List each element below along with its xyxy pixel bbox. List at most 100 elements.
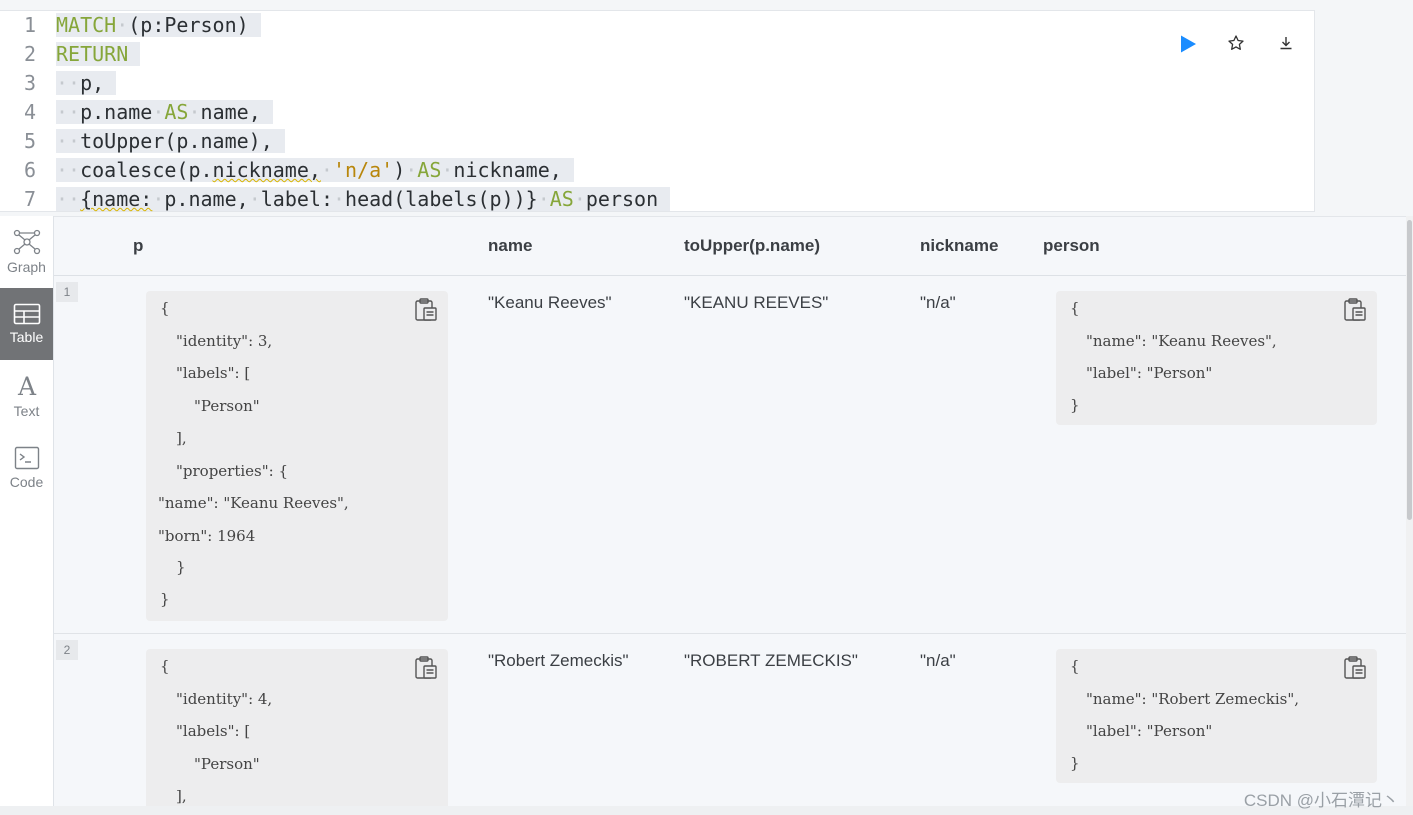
code-token: ·	[332, 187, 346, 211]
sidebar-label: Text	[13, 403, 40, 419]
watermark: CSDN @小石潭记丶	[1243, 791, 1399, 810]
code-token: nickname,	[453, 158, 562, 182]
code-token: AS	[417, 158, 442, 182]
code-line[interactable]: ··p.name·AS·name,	[56, 98, 273, 127]
column-header-name[interactable]: name	[488, 236, 532, 256]
download-button[interactable]	[1272, 31, 1300, 59]
json-line: "Person"	[194, 397, 260, 415]
line-number: 3	[23, 71, 36, 95]
code-token: ·	[405, 158, 418, 182]
json-line: ],	[176, 787, 187, 805]
copy-button[interactable]	[414, 655, 438, 681]
json-line: }	[1070, 396, 1080, 414]
column-header-person[interactable]: person	[1043, 236, 1100, 256]
download-icon	[1278, 35, 1294, 56]
json-line: "properties": {	[176, 462, 289, 480]
copy-button[interactable]	[414, 297, 438, 323]
cell-toupper: "ROBERT ZEMECKIS"	[684, 651, 858, 670]
code-token: ·	[537, 187, 550, 211]
json-line: ],	[176, 429, 187, 447]
copy-button[interactable]	[1343, 297, 1367, 323]
json-line: {	[160, 299, 170, 317]
column-header-toupper[interactable]: toUpper(p.name)	[684, 236, 820, 256]
line-number: 6	[23, 158, 36, 182]
code-token: p.name	[80, 100, 153, 124]
code-token: ··	[56, 129, 81, 153]
json-line: "labels": [	[176, 722, 251, 740]
code-token: ··	[56, 71, 81, 95]
row-number: 2	[56, 640, 78, 660]
code-icon	[14, 446, 40, 470]
json-line: "identity": 4,	[176, 690, 273, 708]
line-number: 4	[23, 100, 36, 124]
sidebar-item-text[interactable]: A Text	[0, 360, 53, 432]
column-header-nickname[interactable]: nickname	[920, 236, 998, 256]
code-line[interactable]: ··toUpper(p.name),	[56, 127, 285, 156]
json-line: "label": "Person"	[1086, 364, 1213, 382]
sidebar-label: Graph	[7, 259, 46, 275]
code-token: AS	[549, 187, 574, 211]
copy-button[interactable]	[1343, 655, 1367, 681]
code-token: ·	[320, 158, 333, 182]
cell-name: "Keanu Reeves"	[488, 293, 612, 312]
json-line: {	[1070, 299, 1080, 317]
json-cell-p: { "identity": 3, "labels": [ "Person" ],…	[146, 291, 448, 621]
clipboard-icon	[414, 298, 438, 327]
sidebar-label: Table	[9, 329, 44, 345]
code-line[interactable]: RETURN	[56, 40, 141, 69]
sidebar-item-table[interactable]: Table	[0, 288, 53, 360]
code-token: ·	[248, 187, 261, 211]
code-token: person	[585, 187, 659, 211]
text-icon: A	[14, 373, 40, 399]
code-token: ··	[56, 100, 81, 124]
json-cell-person: { "name": "Robert Zemeckis", "label": "P…	[1056, 649, 1377, 783]
cell-nickname: "n/a"	[920, 651, 956, 670]
code-token: ·	[573, 187, 586, 211]
favorite-button[interactable]	[1222, 31, 1250, 59]
row-number: 1	[56, 282, 78, 302]
code-line[interactable]: ··{name:·p.name,·label:·head(labels(p))}…	[56, 185, 671, 214]
code-token: p.name,	[164, 187, 249, 211]
run-query-button[interactable]	[1174, 32, 1202, 60]
results-scrollbar[interactable]	[1406, 216, 1413, 806]
code-token: toUpper(p.name),	[80, 129, 273, 153]
code-line-content: ··coalesce(p.nickname,·'n/a')·AS·nicknam…	[56, 158, 574, 182]
sidebar-item-graph[interactable]: Graph	[0, 216, 53, 288]
table-row: 1 { "identity": 3, "labels": [ "Person" …	[54, 276, 1406, 634]
json-line: "Person"	[194, 755, 260, 773]
cell-nickname: "n/a"	[920, 293, 956, 312]
code-token: p,	[80, 71, 105, 95]
sidebar-label: Code	[9, 474, 44, 490]
json-cell-person: { "name": "Keanu Reeves", "label": "Pers…	[1056, 291, 1377, 425]
code-line[interactable]: ··p,	[56, 69, 117, 98]
code-token: ·	[152, 187, 165, 211]
json-cell-p: { "identity": 4, "labels": [ "Person" ],	[146, 649, 448, 806]
json-line: "identity": 3,	[176, 332, 273, 350]
column-header-p[interactable]: p	[133, 236, 143, 256]
line-number: 1	[23, 13, 36, 37]
line-gutter: 1 2 3 4 5 6 7	[0, 11, 48, 211]
sidebar-item-code[interactable]: Code	[0, 432, 53, 504]
bottom-strip	[0, 806, 1413, 815]
code-line-content: MATCH·(p:Person)	[56, 13, 261, 37]
json-line: "born": 1964	[158, 527, 256, 545]
json-line: }	[1070, 754, 1080, 772]
code-token: )	[393, 158, 406, 182]
play-icon	[1179, 34, 1197, 59]
table-row: 2 { "identity": 4, "labels": [ "Person" …	[54, 634, 1406, 806]
code-token: ··	[56, 158, 81, 182]
star-icon	[1227, 34, 1245, 57]
code-token: (p:Person)	[128, 13, 249, 37]
table-icon	[13, 303, 41, 325]
scrollbar-thumb[interactable]	[1407, 220, 1412, 520]
code-line-content: ··{name:·p.name,·label:·head(labels(p))}…	[56, 187, 671, 211]
code-line-content: ··p,	[56, 71, 117, 95]
json-line: }	[160, 590, 170, 608]
code-token: MATCH	[56, 13, 117, 37]
table-header: p name toUpper(p.name) nickname person	[54, 217, 1406, 276]
code-line[interactable]: ··coalesce(p.nickname,·'n/a')·AS·nicknam…	[56, 156, 574, 185]
code-line[interactable]: MATCH·(p:Person)	[56, 11, 261, 40]
json-line: }	[176, 558, 186, 576]
query-editor[interactable]: 1 2 3 4 5 6 7 MATCH·(p:Person) RETURN ··p,…	[0, 10, 1315, 212]
code-token: 'n/a'	[332, 158, 394, 182]
